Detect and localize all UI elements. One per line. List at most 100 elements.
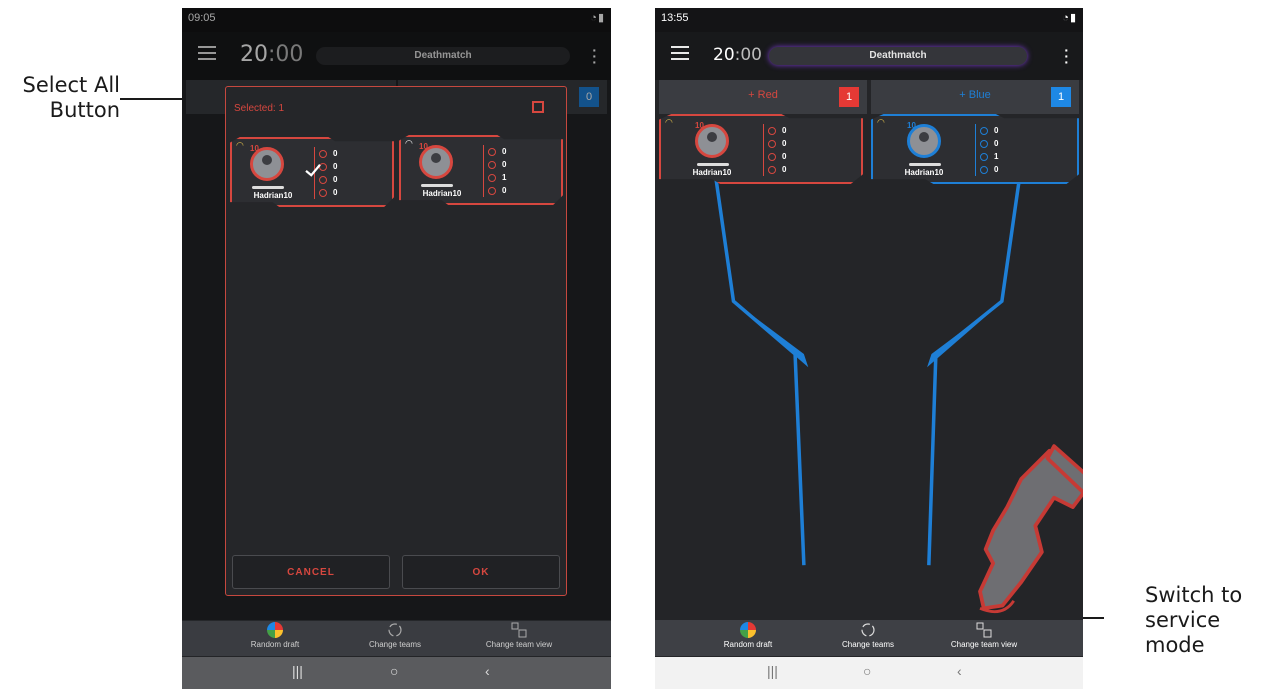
red-count: 1 xyxy=(839,87,859,107)
change-team-view-button[interactable]: Change team view xyxy=(474,622,564,649)
player-stats: 0 0 0 0 xyxy=(763,124,786,176)
player-card[interactable]: ◠ 10 Hadrian10 0 0 1 0 xyxy=(399,135,563,205)
status-bar: 13:55 ◔▮ xyxy=(655,8,1083,32)
team-view-icon xyxy=(976,622,992,638)
player-card[interactable]: ◠ 10 Hadrian10 0 0 1 0 xyxy=(871,114,1079,184)
stat-row: 0 xyxy=(488,184,506,197)
back-icon[interactable]: ‹ xyxy=(957,663,962,679)
back-icon[interactable]: ‹ xyxy=(485,663,490,679)
health-bar xyxy=(697,163,729,166)
stat-value: 0 xyxy=(782,139,787,148)
signal-battery-icon: ◔▮ xyxy=(1062,12,1077,24)
recent-apps-icon[interactable]: ||| xyxy=(767,663,778,679)
player-name: Hadrian10 xyxy=(904,168,944,177)
callout-line-2: Button xyxy=(49,98,120,122)
player-level: 10 xyxy=(419,142,428,151)
recent-apps-icon[interactable]: ||| xyxy=(292,663,303,679)
hand-pointer-icon xyxy=(978,444,1083,614)
trophy-icon xyxy=(980,165,988,174)
stat-value: 0 xyxy=(502,160,507,169)
callout-line-1: Switch to xyxy=(1145,583,1243,607)
game-timer: 20:00 xyxy=(713,45,762,65)
stat-value: 0 xyxy=(333,162,338,171)
target-icon xyxy=(980,126,988,135)
stat-value: 0 xyxy=(502,147,507,156)
target-icon xyxy=(319,149,327,158)
stat-row: 0 xyxy=(980,124,998,137)
stat-value: 1 xyxy=(994,152,999,161)
change-teams-label: Change teams xyxy=(841,640,895,649)
add-blue-label: + Blue xyxy=(959,89,991,101)
swap-icon xyxy=(861,623,875,637)
checkmark-icon xyxy=(305,164,321,177)
random-draft-button[interactable]: Random draft xyxy=(703,622,793,649)
stat-row: 0 xyxy=(488,145,506,158)
player-card[interactable]: ◠ 10 Hadrian10 0 0 0 0 xyxy=(230,137,394,207)
random-draft-label: Random draft xyxy=(723,640,773,649)
team-view-icon xyxy=(511,622,527,638)
stat-value: 0 xyxy=(994,165,999,174)
health-bar xyxy=(421,184,453,187)
skull-icon xyxy=(488,173,496,182)
callout-line-1: Select All xyxy=(22,73,121,97)
stat-row: 0 xyxy=(319,147,337,160)
trophy-icon xyxy=(488,186,496,195)
player-name: Hadrian10 xyxy=(253,191,293,200)
random-draft-button[interactable]: Random draft xyxy=(230,622,320,649)
add-red-label: + Red xyxy=(748,89,778,101)
bottom-toolbar: Random draft Change teams Change team vi… xyxy=(182,620,611,656)
home-icon[interactable]: ○ xyxy=(390,663,398,679)
target-icon xyxy=(768,126,776,135)
android-nav-bar: ||| ○ ‹ xyxy=(655,657,1083,689)
player-name: Hadrian10 xyxy=(692,168,732,177)
stat-value: 0 xyxy=(333,175,338,184)
player-level: 10 xyxy=(695,121,704,130)
change-team-view-label: Change team view xyxy=(950,640,1018,649)
stat-value: 0 xyxy=(782,152,787,161)
swap-icon xyxy=(388,623,402,637)
stat-row: 0 xyxy=(980,163,998,176)
stat-value: 1 xyxy=(502,173,507,182)
service-mode-callout: Switch to service mode xyxy=(1145,583,1270,658)
selected-count: Selected: 1 xyxy=(234,103,285,114)
change-team-view-button[interactable]: Change team view xyxy=(939,622,1029,649)
more-options-icon[interactable]: · · · xyxy=(1064,43,1069,69)
hamburger-menu-icon[interactable] xyxy=(671,46,689,62)
stat-row: 0 xyxy=(768,137,786,150)
select-players-dialog: Selected: 1 ◠ 10 Hadrian10 0 0 0 0 ◠ 10 … xyxy=(225,86,567,596)
home-icon[interactable]: ○ xyxy=(863,663,871,679)
stat-value: 0 xyxy=(782,165,787,174)
stat-row: 0 xyxy=(980,137,998,150)
timer-minutes: 20 xyxy=(713,45,735,65)
random-draft-label: Random draft xyxy=(250,640,300,649)
skull-icon xyxy=(768,152,776,161)
select-all-callout: Select All Button xyxy=(10,73,121,123)
game-mode-pill[interactable]: Deathmatch xyxy=(769,47,1027,65)
ok-button[interactable]: OK xyxy=(402,555,560,589)
player-card[interactable]: ◠ 10 Hadrian10 0 0 0 0 xyxy=(659,114,863,184)
change-teams-button[interactable]: Change teams xyxy=(823,622,913,649)
player-stats: 0 0 1 0 xyxy=(483,145,506,197)
select-all-checkbox[interactable] xyxy=(532,101,544,113)
color-wheel-icon xyxy=(267,622,283,638)
right-phone-screen: 13:55 ◔▮ 20:00 Deathmatch · · · + Red 1 + … xyxy=(655,8,1083,689)
stat-row: 0 xyxy=(768,124,786,137)
change-teams-label: Change teams xyxy=(368,640,422,649)
wifi-icon: ◠ xyxy=(405,138,413,148)
cancel-button[interactable]: CANCEL xyxy=(232,555,390,589)
team-header-blue[interactable]: + Blue 1 xyxy=(871,80,1079,114)
status-time: 13:55 xyxy=(661,12,689,24)
skull-icon xyxy=(980,152,988,161)
change-teams-button[interactable]: Change teams xyxy=(350,622,440,649)
stat-value: 0 xyxy=(333,188,338,197)
color-wheel-icon xyxy=(740,622,756,638)
trophy-icon xyxy=(319,188,327,197)
wifi-icon: ◠ xyxy=(877,117,885,127)
blue-count: 1 xyxy=(1051,87,1071,107)
stat-value: 0 xyxy=(994,139,999,148)
health-bar xyxy=(909,163,941,166)
team-header-red[interactable]: + Red 1 xyxy=(659,80,867,114)
crosshair-icon xyxy=(768,139,776,148)
target-icon xyxy=(488,147,496,156)
stat-value: 0 xyxy=(502,186,507,195)
